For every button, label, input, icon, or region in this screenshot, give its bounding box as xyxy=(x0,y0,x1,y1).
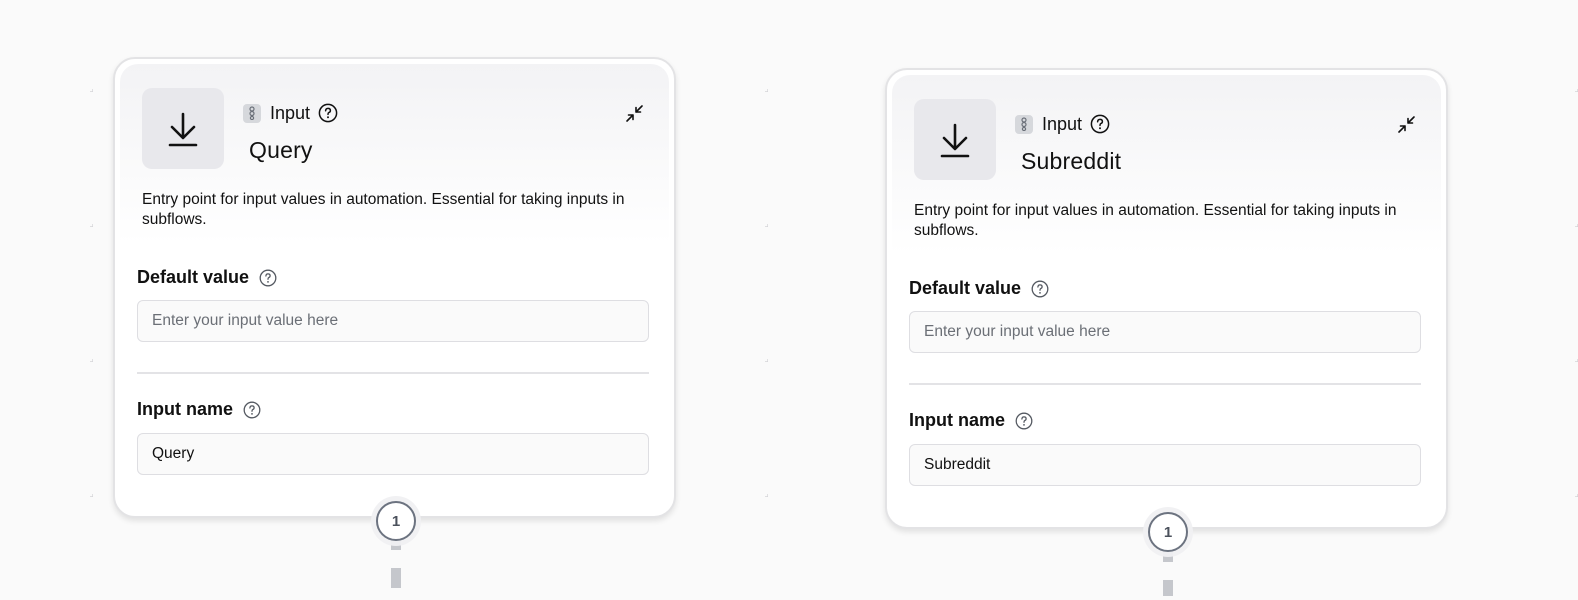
question-circle-icon[interactable] xyxy=(259,269,277,287)
output-port[interactable]: 1 xyxy=(1148,512,1188,552)
divider xyxy=(909,383,1421,385)
question-circle-icon[interactable] xyxy=(1031,280,1049,298)
input-name-field[interactable] xyxy=(137,433,649,475)
question-circle-icon[interactable] xyxy=(243,401,261,419)
collapse-arrows-icon[interactable] xyxy=(625,104,644,123)
question-circle-icon[interactable] xyxy=(1015,412,1033,430)
download-arrow-icon xyxy=(914,99,996,180)
connection-edge[interactable] xyxy=(391,568,401,588)
input-name-label: Input name xyxy=(909,410,1033,431)
connection-edge[interactable] xyxy=(1163,551,1173,562)
node-type-label: Input xyxy=(270,102,311,123)
connection-edge[interactable] xyxy=(1163,580,1173,596)
input-node-subreddit[interactable]: Input Subreddit Entry point for input va… xyxy=(885,68,1448,529)
input-name-label-text: Input name xyxy=(137,399,234,419)
output-port[interactable]: 1 xyxy=(376,501,416,541)
divider xyxy=(137,372,649,374)
node-type-row: Input xyxy=(1015,112,1110,136)
collapse-arrows-icon[interactable] xyxy=(1397,115,1416,134)
input-name-label-text: Input name xyxy=(909,410,1006,430)
node-description: Entry point for input values in automati… xyxy=(914,202,1397,239)
node-title: Query xyxy=(249,137,313,163)
default-value-input[interactable] xyxy=(909,311,1421,353)
default-value-input[interactable] xyxy=(137,300,649,342)
default-value-label: Default value xyxy=(137,267,277,288)
node-type-row: Input xyxy=(243,101,338,125)
download-arrow-icon xyxy=(142,88,224,169)
question-circle-icon[interactable] xyxy=(1090,114,1110,134)
node-type-label: Input xyxy=(1042,113,1083,134)
question-circle-icon[interactable] xyxy=(318,103,338,123)
default-value-label: Default value xyxy=(909,278,1049,299)
default-value-label-text: Default value xyxy=(909,278,1022,298)
input-node-query[interactable]: Input Query Entry point for input values… xyxy=(113,57,676,518)
variable-chip-icon xyxy=(243,103,261,123)
node-title: Subreddit xyxy=(1021,148,1122,174)
input-name-label: Input name xyxy=(137,399,261,420)
input-name-field[interactable] xyxy=(909,444,1421,486)
default-value-label-text: Default value xyxy=(137,267,250,287)
variable-chip-icon xyxy=(1015,114,1033,134)
connection-edge[interactable] xyxy=(391,540,401,550)
node-description: Entry point for input values in automati… xyxy=(142,191,625,228)
